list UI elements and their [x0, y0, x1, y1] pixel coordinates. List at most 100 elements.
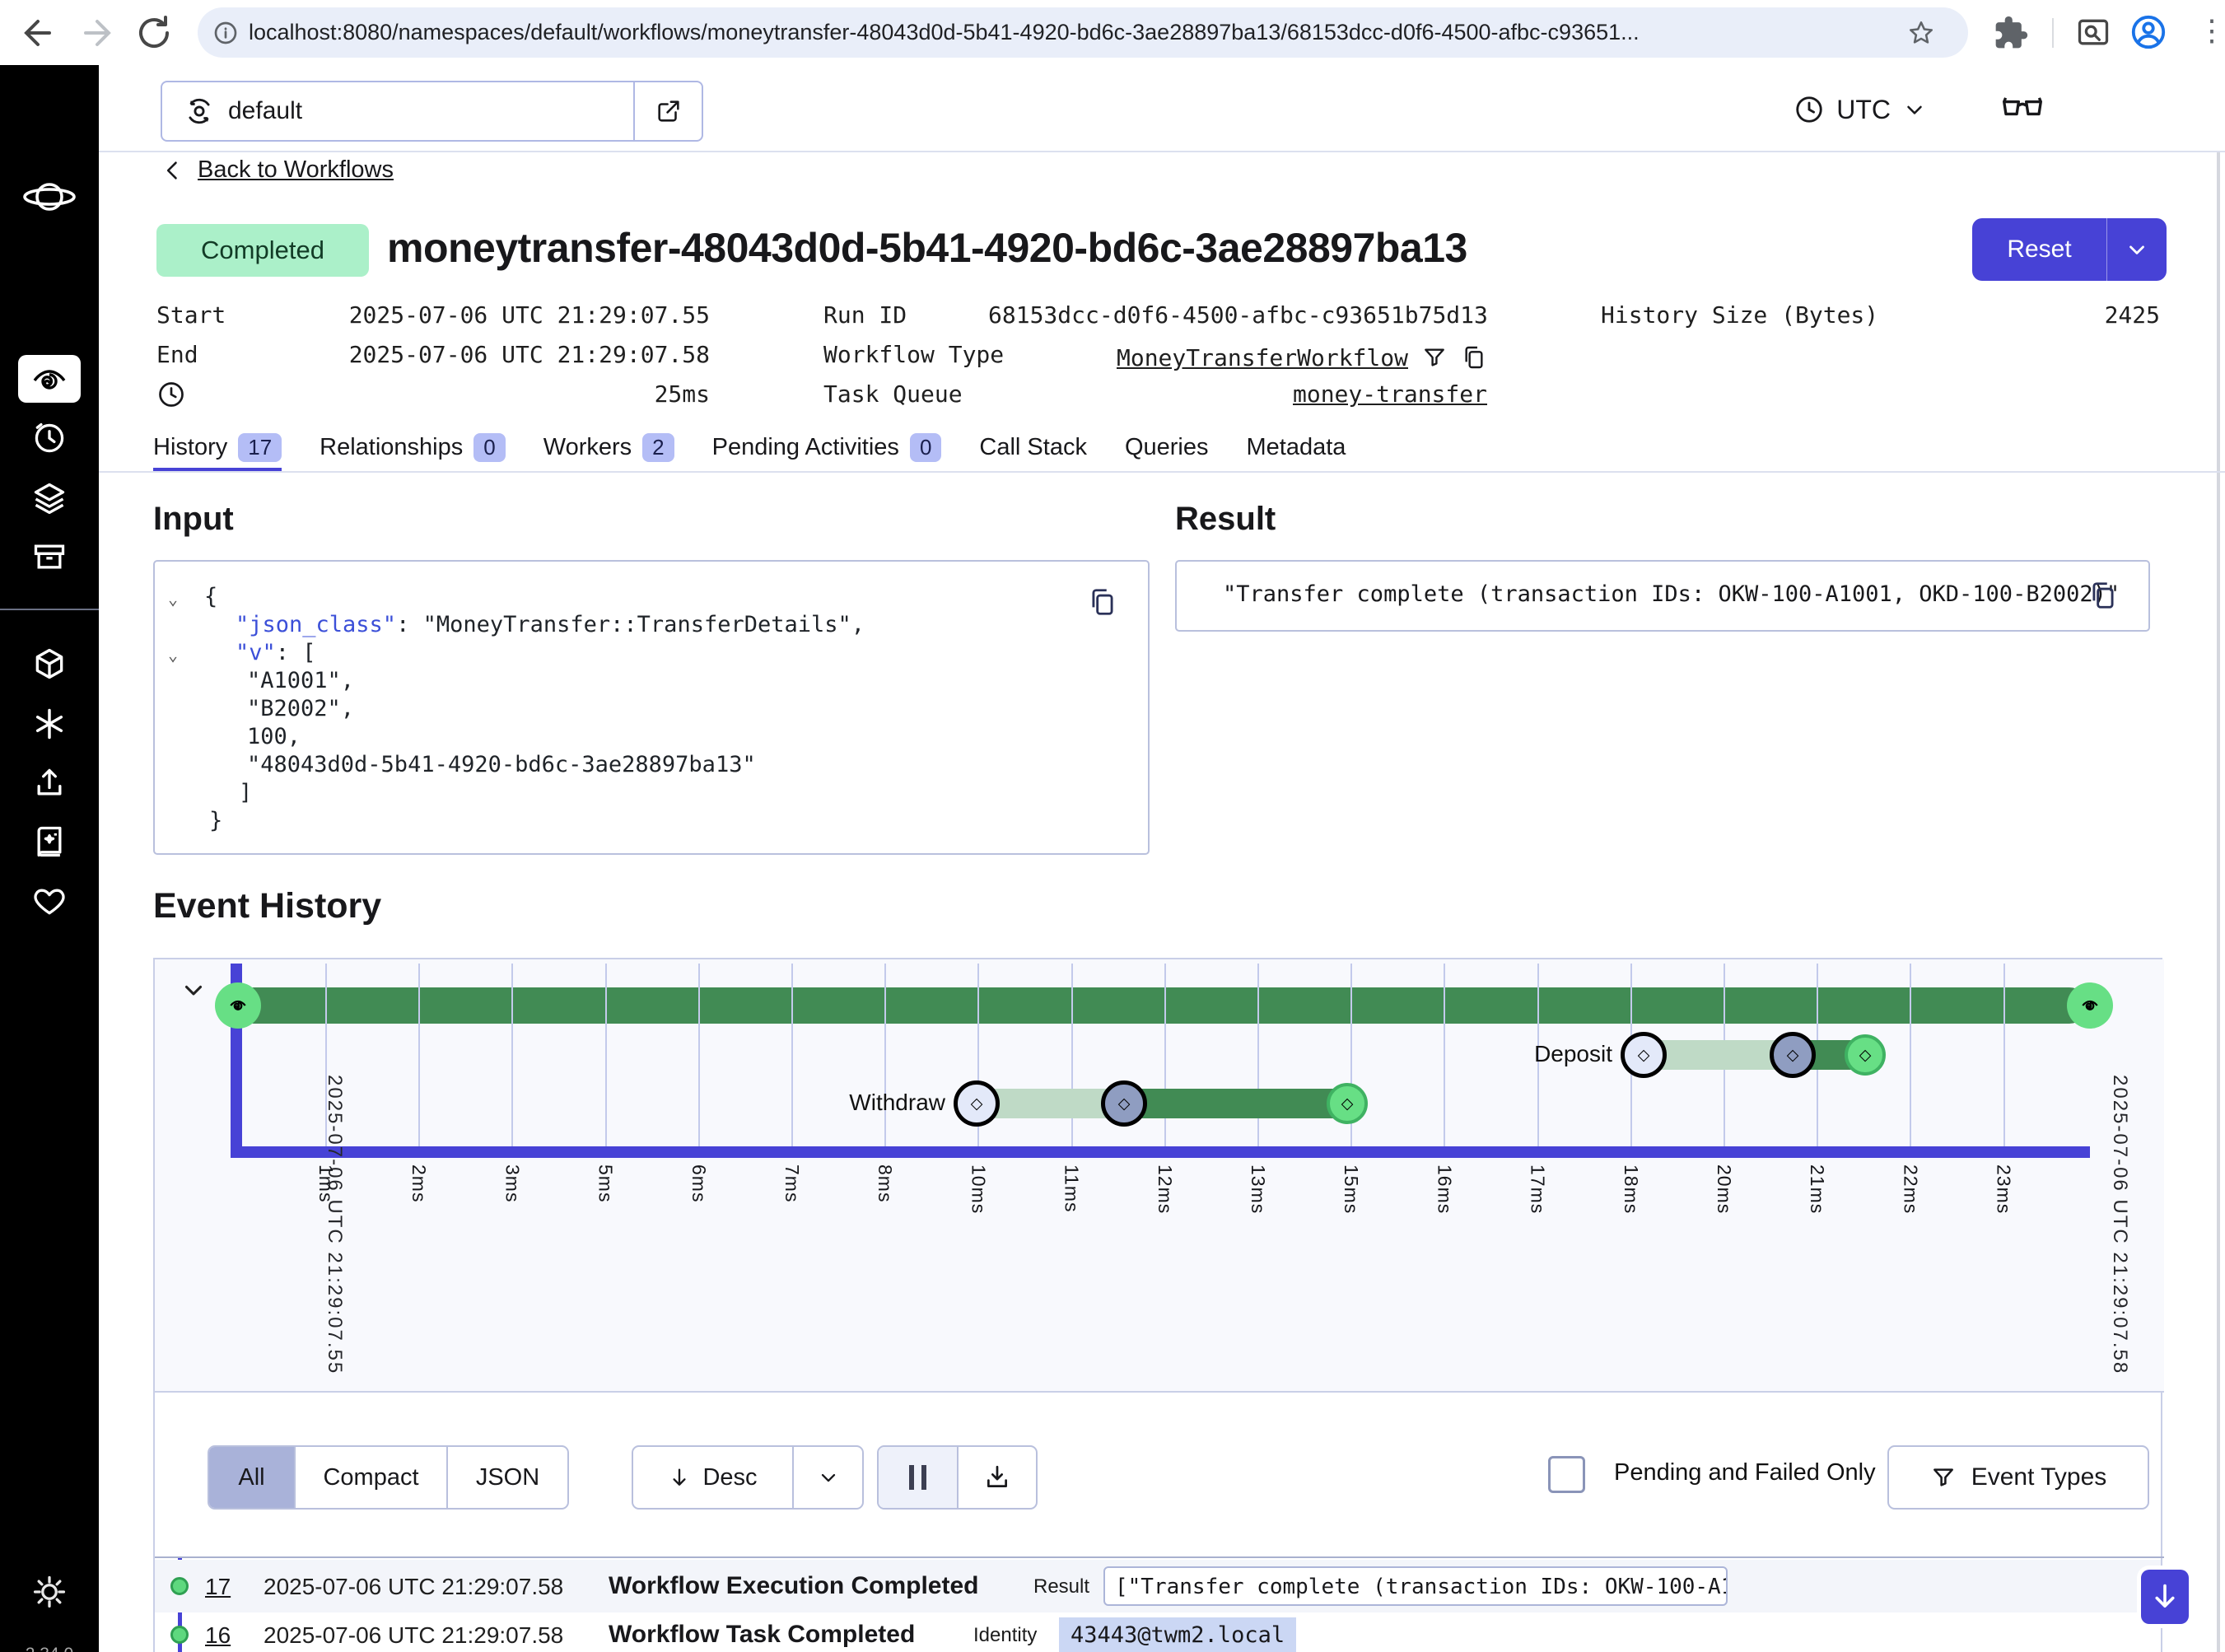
page-scrollbar[interactable]	[2217, 65, 2220, 1652]
namespace-icon	[184, 96, 215, 127]
namespace-selector[interactable]: default	[161, 81, 703, 142]
diamond-icon: ◇	[971, 1096, 983, 1112]
view-compact-button[interactable]: Compact	[296, 1447, 448, 1508]
tab-relationships[interactable]: Relationships0	[320, 433, 506, 472]
bookmark-star-icon[interactable]	[1907, 19, 1935, 47]
sidebar-item-deployments-layers-icon[interactable]	[31, 480, 68, 516]
reset-menu-button[interactable]	[2107, 218, 2167, 281]
browser-forward-button[interactable]	[77, 13, 117, 53]
reset-button-label[interactable]: Reset	[1972, 218, 2107, 281]
browser-profile-icon[interactable]	[2129, 13, 2167, 51]
theme-toggle-sun-icon[interactable]	[31, 1574, 68, 1610]
activity-label-deposit: Deposit	[1365, 1041, 1612, 1067]
sidebar-item-feedback-heart-icon[interactable]	[31, 883, 68, 919]
timeline-tick-label: 3ms	[501, 1164, 523, 1202]
extensions-puzzle-icon[interactable]	[1993, 15, 2029, 51]
activity-scheduled-marker[interactable]: ◇	[1621, 1032, 1667, 1078]
event-id-link[interactable]: 16	[205, 1622, 231, 1649]
view-json-button[interactable]: JSON	[448, 1447, 567, 1508]
sidebar-item-nexus-cube-icon[interactable]	[31, 646, 68, 682]
tab-label: History	[153, 434, 227, 461]
browser-back-button[interactable]	[18, 13, 58, 53]
timezone-selector[interactable]: UTC	[1794, 81, 1927, 138]
event-row-16[interactable]: 162025-07-06 UTC 21:29:07.58Workflow Tas…	[155, 1614, 2161, 1652]
input-json-content: ⌄{"json_class": "MoneyTransfer::Transfer…	[155, 583, 1074, 835]
labs-glasses-icon[interactable]	[2001, 90, 2044, 126]
end-label: End	[156, 341, 198, 374]
duration-clock-icon	[156, 380, 186, 409]
filter-funnel-icon	[1930, 1464, 1957, 1491]
copy-icon[interactable]	[1461, 344, 1487, 371]
pending-failed-checkbox[interactable]	[1548, 1456, 1585, 1493]
activity-scheduled-marker[interactable]: ◇	[954, 1080, 1000, 1127]
site-info-icon[interactable]	[212, 20, 239, 46]
event-identity-value: 43443@twm2.local	[1059, 1617, 1296, 1652]
event-row-17[interactable]: 172025-07-06 UTC 21:29:07.58Workflow Exe…	[155, 1560, 2161, 1612]
namespace-main[interactable]: default	[162, 82, 633, 140]
tab-metadata[interactable]: Metadata	[1247, 433, 1346, 472]
sort-desc-button[interactable]: Desc	[633, 1447, 794, 1508]
run-id-label: Run ID	[823, 301, 907, 334]
filter-funnel-icon[interactable]	[1421, 344, 1448, 371]
copy-icon[interactable]	[2087, 580, 2119, 611]
arrow-down-icon	[2150, 1582, 2180, 1612]
event-types-button[interactable]: Event Types	[1887, 1445, 2149, 1510]
view-all-button[interactable]: All	[209, 1447, 296, 1508]
activity-completed-marker[interactable]: ◇	[1845, 1034, 1886, 1076]
timeline-collapse-icon[interactable]	[180, 976, 208, 1004]
json-line: ]	[155, 779, 1074, 807]
json-line: "B2002",	[155, 695, 1074, 723]
sidebar-item-import-export-icon[interactable]	[31, 765, 68, 801]
workflow-end-marker[interactable]	[2067, 982, 2113, 1029]
side-panel-search-icon[interactable]	[2075, 15, 2111, 51]
json-collapse-icon[interactable]: ⌄	[168, 585, 178, 613]
tab-pending-activities[interactable]: Pending Activities0	[712, 433, 942, 472]
workflow-type-link[interactable]: MoneyTransferWorkflow	[1117, 344, 1408, 371]
result-heading: Result	[1175, 501, 1276, 538]
timeline-tick-label: 10ms	[967, 1164, 989, 1214]
event-field-label: Identity	[973, 1624, 1037, 1647]
toolbar-separator	[2052, 18, 2054, 48]
tab-call-stack[interactable]: Call Stack	[979, 433, 1087, 472]
activity-started-marker[interactable]: ◇	[1101, 1080, 1147, 1127]
timeline-tick-label: 11ms	[1061, 1164, 1083, 1213]
timeline-gridline	[511, 964, 513, 1146]
history-size-label: History Size (Bytes)	[1601, 301, 1878, 334]
browser-reload-button[interactable]	[134, 13, 174, 53]
browser-menu-icon[interactable]: ⋮	[2197, 13, 2225, 48]
diamond-icon: ◇	[1341, 1096, 1354, 1112]
sidebar-item-schedules[interactable]	[31, 420, 68, 456]
url-bar[interactable]: localhost:8080/namespaces/default/workfl…	[198, 7, 1968, 58]
sidebar-item-archive[interactable]	[31, 539, 68, 575]
sidebar-item-workflows[interactable]	[18, 355, 81, 403]
temporal-logo[interactable]	[23, 175, 76, 218]
json-line: "48043d0d-5b41-4920-bd6c-3ae28897ba13"	[155, 751, 1074, 779]
sidebar-item-asterisk-icon[interactable]	[31, 706, 68, 742]
activity-started-marker[interactable]: ◇	[1770, 1032, 1816, 1078]
pause-button[interactable]	[879, 1447, 959, 1508]
activity-completed-marker[interactable]: ◇	[1327, 1083, 1368, 1124]
tab-label: Workers	[543, 434, 632, 461]
tab-queries[interactable]: Queries	[1125, 433, 1209, 472]
start-value: 2025-07-06 UTC 21:29:07.55	[329, 301, 710, 334]
download-button[interactable]	[959, 1447, 1036, 1508]
duration-value: 25ms	[329, 380, 710, 413]
namespace-open-button[interactable]	[633, 82, 702, 140]
copy-icon[interactable]	[1087, 586, 1118, 618]
event-id-link[interactable]: 17	[205, 1574, 231, 1600]
diamond-icon: ◇	[1118, 1096, 1131, 1112]
diamond-icon: ◇	[1859, 1048, 1872, 1063]
diamond-icon: ◇	[1787, 1048, 1799, 1063]
scroll-to-bottom-button[interactable]	[2141, 1570, 2189, 1624]
app-version: 2.34.0	[0, 1645, 99, 1652]
tab-history[interactable]: History17	[153, 433, 282, 472]
external-link-icon	[655, 97, 683, 125]
tab-workers[interactable]: Workers2	[543, 433, 674, 472]
sort-menu-button[interactable]	[794, 1447, 862, 1508]
workflow-start-marker[interactable]	[215, 982, 261, 1029]
json-collapse-icon[interactable]: ⌄	[168, 641, 178, 669]
reset-button[interactable]: Reset	[1972, 218, 2167, 281]
back-to-workflows[interactable]: Back to Workflows	[161, 156, 394, 184]
task-queue-link[interactable]: money-transfer	[988, 380, 1487, 413]
sidebar-item-docs-book-icon[interactable]	[31, 824, 68, 860]
